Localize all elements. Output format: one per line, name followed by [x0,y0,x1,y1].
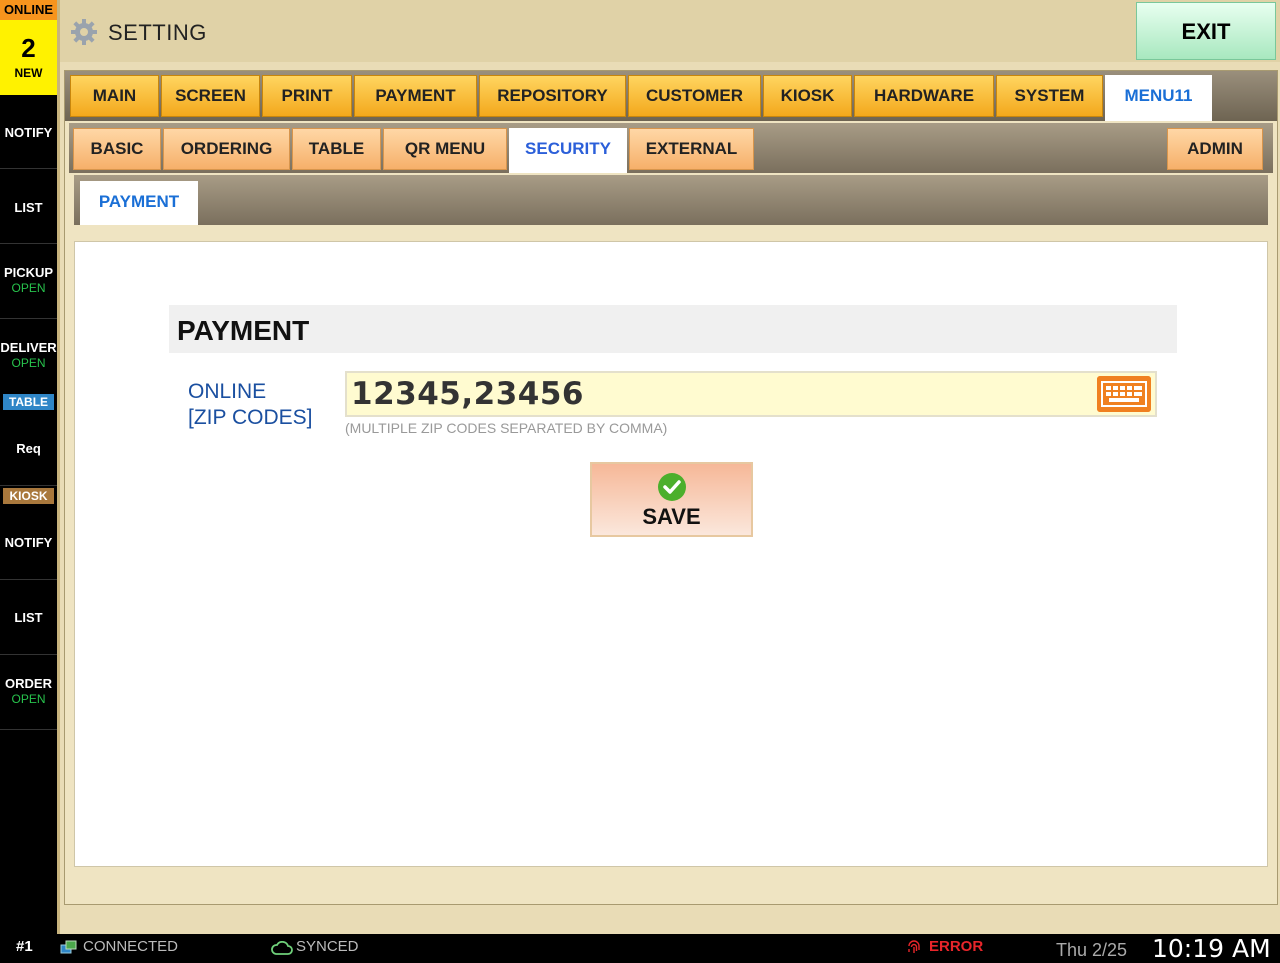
tab-system[interactable]: SYSTEM [996,75,1103,117]
sidebar-item-label: ORDER [5,676,52,691]
zip-codes-value: 12345,23456 [351,376,584,412]
sidebar-item-kiosk-order[interactable]: ORDER OPEN [0,656,57,730]
zip-codes-hint: (MULTIPLE ZIP CODES SEPARATED BY COMMA) [345,420,668,436]
subtab-admin[interactable]: ADMIN [1167,128,1263,170]
section-header: PAYMENT [169,305,1177,353]
subtab-table[interactable]: TABLE [292,128,381,170]
online-header: ONLINE [0,0,57,20]
sidebar-item-label: Req [16,441,41,456]
sub-tab-bar: BASIC ORDERING TABLE QR MENU SECURITY EX… [69,123,1273,173]
sync-status: SYNCED [296,938,359,955]
subtab-external[interactable]: EXTERNAL [629,128,754,170]
gear-icon [71,19,97,45]
tab-kiosk[interactable]: KIOSK [763,75,852,117]
cloud-icon [271,941,293,955]
tab-repository[interactable]: REPOSITORY [479,75,626,117]
tab-main[interactable]: MAIN [70,75,159,117]
sidebar-item-kiosk-list[interactable]: LIST [0,581,57,655]
sidebar-item-label: NOTIFY [4,535,53,550]
tab-screen[interactable]: SCREEN [161,75,260,117]
zip-codes-input[interactable]: 12345,23456 [345,371,1157,417]
tab-hardware[interactable]: HARDWARE [854,75,994,117]
sidebar-item-online-notify[interactable]: NOTIFY [0,95,57,169]
exit-button[interactable]: EXIT [1136,2,1276,60]
check-icon [657,473,686,501]
section-title: PAYMENT [177,315,310,346]
settings-frame: MAIN SCREEN PRINT PAYMENT REPOSITORY CUS… [64,70,1278,905]
pickup-status: OPEN [11,281,46,295]
innertab-payment[interactable]: PAYMENT [80,181,198,225]
deliver-status: OPEN [11,356,46,370]
sidebar-item-deliver[interactable]: DELIVER OPEN [0,320,57,392]
tab-print[interactable]: PRINT [262,75,352,117]
online-new-label: NEW [14,66,43,80]
tab-menu11[interactable]: MENU11 [1105,75,1212,121]
subtab-security[interactable]: SECURITY [509,128,627,173]
subtab-ordering[interactable]: ORDERING [163,128,290,170]
content-panel: PAYMENT ONLINE [ZIP CODES] 12345,23456 (… [74,241,1268,867]
page-title: SETTING [108,20,207,45]
sidebar-item-online-list[interactable]: LIST [0,170,57,244]
save-button[interactable]: SAVE [590,462,753,537]
main-area: MAIN SCREEN PRINT PAYMENT REPOSITORY CUS… [57,62,1280,934]
sidebar-item-table-req[interactable]: Req [0,412,57,486]
sidebar-item-label: LIST [14,200,43,215]
sidebar-item-label: PICKUP [3,265,54,280]
table-section-label: TABLE [3,394,54,410]
online-new-orders[interactable]: 2 NEW [0,20,57,95]
subtab-basic[interactable]: BASIC [73,128,161,170]
kiosk-section-label: KIOSK [3,488,54,504]
online-count: 2 [21,33,36,63]
sidebar-item-label: NOTIFY [4,125,53,140]
sidebar-item-pickup[interactable]: PICKUP OPEN [0,245,57,319]
subtab-qr-menu[interactable]: QR MENU [383,128,507,170]
title-bar: SETTING EXIT [57,0,1280,62]
status-bar: #1 CONNECTED SYNCED ERROR Thu 2/25 10:19… [0,934,1280,963]
left-sidebar: ONLINE 2 NEW NOTIFY LIST PICKUP OPEN DEL… [0,0,57,934]
main-tab-bar: MAIN SCREEN PRINT PAYMENT REPOSITORY CUS… [65,71,1277,121]
connection-status: CONNECTED [83,938,179,955]
status-time: 10:19 AM [1152,934,1271,963]
sidebar-item-label: LIST [14,610,43,625]
sidebar-item-kiosk-notify[interactable]: NOTIFY [0,506,57,580]
label-line2: [ZIP CODES] [188,406,313,429]
save-label: SAVE [642,504,701,529]
sidebar-item-label: DELIVER [0,340,57,355]
tab-payment[interactable]: PAYMENT [354,75,477,117]
keyboard-icon[interactable] [1097,376,1151,412]
network-icon [60,940,77,954]
order-status: OPEN [11,692,46,706]
error-status[interactable]: ERROR [929,938,983,955]
zip-codes-label: ONLINE [ZIP CODES] [188,379,312,431]
label-line1: ONLINE [188,380,267,403]
tab-customer[interactable]: CUSTOMER [628,75,761,117]
fingerprint-icon [908,940,920,953]
inner-tab-bar: PAYMENT [74,175,1268,225]
status-date: Thu 2/25 [1056,940,1128,960]
terminal-id: #1 [16,938,33,955]
